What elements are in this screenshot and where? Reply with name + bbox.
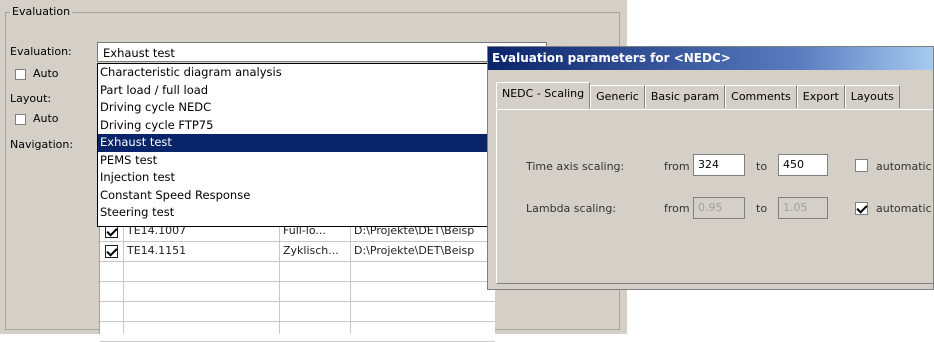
dropdown-item[interactable]: Injection test — [98, 169, 526, 187]
lambda-automatic-checkbox[interactable] — [855, 202, 868, 215]
table-cell-path: D:\Projekte\DET\Beisp — [354, 244, 475, 257]
auto-layout-label: Auto — [33, 112, 59, 125]
evaluation-label: Evaluation: — [10, 45, 72, 58]
dropdown-item[interactable]: Driving cycle NEDC — [98, 99, 526, 117]
group-title: Evaluation — [10, 5, 73, 18]
lambda-from-input[interactable]: 0.95 — [693, 197, 745, 219]
evaluation-dropdown-list: Characteristic diagram analysis Part loa… — [97, 63, 527, 227]
lambda-to-input[interactable]: 1.05 — [778, 197, 828, 219]
dropdown-item[interactable]: PEMS test — [98, 152, 526, 170]
time-axis-to-label: to — [756, 160, 768, 173]
table-cell-name: TE14.1151 — [127, 244, 187, 257]
time-axis-from-label: from — [664, 160, 690, 173]
row-checkbox[interactable] — [105, 245, 118, 258]
table-column-divider — [279, 222, 280, 334]
time-axis-automatic-label: automatic — [876, 160, 932, 173]
time-axis-from-input[interactable]: 324 — [693, 154, 745, 176]
tab-basic-param[interactable]: Basic param — [644, 85, 726, 108]
dropdown-item-selected[interactable]: Exhaust test — [98, 134, 526, 152]
evaluation-table: TE14.1007 Full-lo... D:\Projekte\DET\Bei… — [99, 222, 495, 342]
table-cell-type: Zyklisch... — [283, 244, 339, 257]
navigation-label: Navigation: — [10, 138, 74, 151]
evaluation-parameters-dialog: Evaluation parameters for <NEDC> NEDC - … — [487, 46, 934, 290]
tab-layouts[interactable]: Layouts — [844, 85, 900, 108]
dropdown-item[interactable]: Characteristic diagram analysis — [98, 64, 526, 82]
lambda-from-label: from — [664, 202, 690, 215]
table-row-empty — [100, 282, 495, 302]
dialog-title: Evaluation parameters for <NEDC> — [488, 47, 933, 70]
dropdown-item[interactable]: Part load / full load — [98, 82, 526, 100]
time-axis-label: Time axis scaling: — [526, 160, 625, 173]
tab-export[interactable]: Export — [796, 85, 845, 108]
table-row-empty — [100, 302, 495, 322]
dropdown-item[interactable]: Steering test — [98, 204, 526, 222]
tab-comments[interactable]: Comments — [725, 85, 797, 108]
auto-layout-checkbox[interactable] — [15, 114, 26, 125]
auto-evaluation-checkbox[interactable] — [15, 69, 26, 80]
dropdown-item[interactable]: Driving cycle FTP75 — [98, 117, 526, 135]
auto-evaluation-label: Auto — [33, 67, 59, 80]
tab-generic[interactable]: Generic — [590, 85, 645, 108]
dropdown-item[interactable]: Constant Speed Response — [98, 187, 526, 205]
table-column-divider — [350, 222, 351, 334]
table-row-empty — [100, 322, 495, 342]
table-column-divider — [123, 222, 124, 334]
time-axis-to-input[interactable]: 450 — [778, 154, 828, 176]
lambda-label: Lambda scaling: — [526, 202, 617, 215]
lambda-to-label: to — [756, 202, 768, 215]
layout-label: Layout: — [10, 92, 52, 105]
evaluation-select[interactable]: Exhaust test — [97, 42, 547, 62]
table-row[interactable]: TE14.1151 Zyklisch... D:\Projekte\DET\Be… — [100, 242, 495, 262]
dialog-tabs: NEDC - Scaling Generic Basic param Comments… — [496, 82, 900, 109]
evaluation-select-value: Exhaust test — [103, 46, 175, 60]
time-axis-automatic-checkbox[interactable] — [855, 159, 868, 172]
lambda-automatic-label: automatic — [876, 202, 932, 215]
tab-nedc-scaling[interactable]: NEDC - Scaling — [496, 82, 591, 109]
table-row-empty — [100, 262, 495, 282]
